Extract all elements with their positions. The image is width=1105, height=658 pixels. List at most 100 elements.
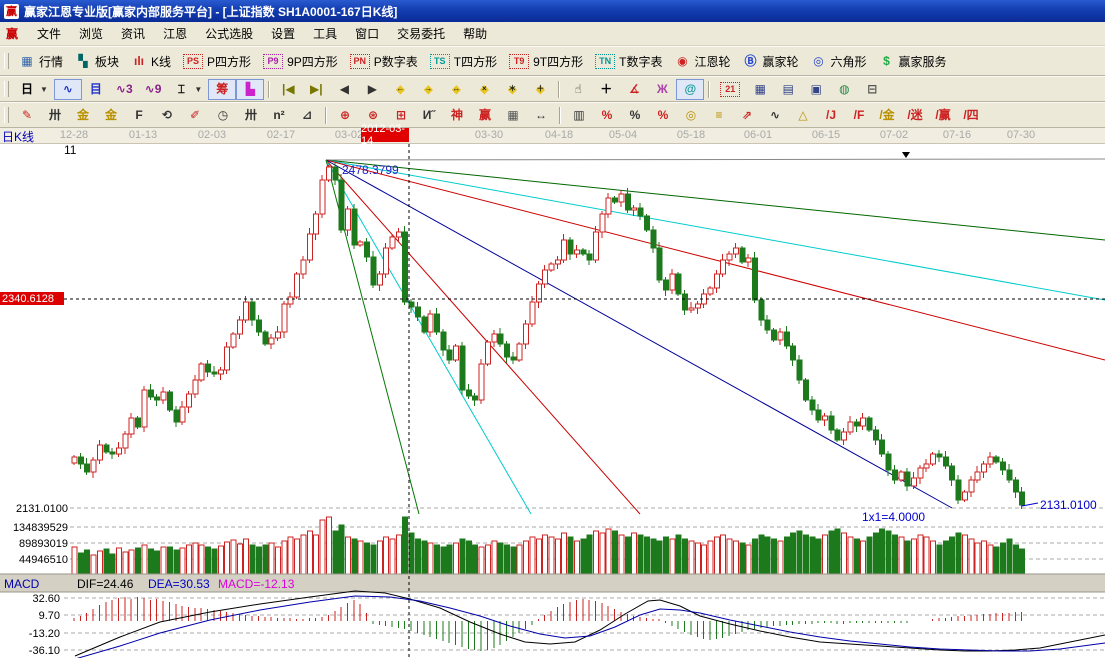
menu-window[interactable]: 窗口 [346,22,388,45]
gold-ratio2-icon[interactable]: 金 [97,105,125,126]
p-square-button[interactable]: PSP四方形 [177,50,257,73]
ying-line-icon[interactable]: /赢 [929,105,957,126]
kline-chart[interactable]: MACDDIF=24.46DEA=30.53MACD=-12.132478.37… [0,144,1105,658]
date-tick: 07-16 [943,129,971,141]
j-line-icon-glyph: /J [823,108,839,123]
t-square-button[interactable]: TST四方形 [424,50,503,73]
comb2-icon[interactable]: 卅 [237,105,265,126]
measure-icon[interactable]: ▥ [565,105,593,126]
draw-pencil-icon[interactable]: ✎ [13,105,41,126]
hand-tool-button[interactable]: ☝ [564,79,592,100]
p9-square-button[interactable]: P99P四方形 [257,50,344,73]
svg-text:DEA=30.53: DEA=30.53 [148,577,210,591]
kline-button[interactable]: ılıK线 [125,50,177,73]
quotes-button[interactable]: ▦行情 [13,50,69,73]
si-line-icon[interactable]: /四 [957,105,985,126]
next-page-button[interactable]: ▶ [358,79,386,100]
period-day-dropdown[interactable]: 日▼ [13,79,54,100]
angle-tool-button[interactable]: ∡ [620,79,648,100]
sectors-button[interactable]: ▚板块 [69,50,125,73]
chart-area[interactable]: MACDDIF=24.46DEA=30.53MACD=-12.132478.37… [0,144,1105,658]
spiral-tool-button[interactable]: @ [676,79,704,100]
menu-file[interactable]: 文件 [28,22,70,45]
angle-pencil-icon[interactable]: ✐ [181,105,209,126]
t9-square-button[interactable]: T99T四方形 [503,50,589,73]
save-button[interactable]: ▣ [802,79,830,100]
star-zoom-button[interactable]: ◆＊ [498,79,526,100]
p-number-button[interactable]: PNP数字表 [344,50,424,73]
wave3-icon[interactable]: ∿3 [110,79,139,100]
calendar-button[interactable]: 21 [714,79,746,100]
title-bar[interactable]: 赢 赢家江恩专业版[赢家内部服务平台] - [上证指数 SH1A0001-167… [0,0,1105,22]
n-square-icon[interactable]: n² [265,105,293,126]
chip-distribution-icon[interactable]: 筹 [208,79,236,100]
percent-line-icon[interactable]: % [649,105,677,126]
first-page-button[interactable]: |◀ [274,79,302,100]
gold-line-icon[interactable]: /金 [873,105,901,126]
gann-comb-icon[interactable]: 卅 [41,105,69,126]
t-number-button[interactable]: TNT数字表 [589,50,668,73]
gann-wheel-button-label: 江恩轮 [694,53,730,70]
f10-info-icon[interactable]: 目 [82,79,110,100]
gold-level-icon[interactable]: ≡ [705,105,733,126]
spiral-draw-icon[interactable]: ⟲ [153,105,181,126]
menu-browse[interactable]: 浏览 [70,22,112,45]
calculator-button[interactable]: ▦ [746,79,774,100]
menu-trade[interactable]: 交易委托 [388,22,454,45]
toolbar-separator [325,107,327,124]
last-page-button[interactable]: ▶| [302,79,330,100]
candle-style-dropdown[interactable]: ⌶▼ [167,79,208,100]
gold-circle-icon[interactable]: ◎ [677,105,705,126]
print-button[interactable]: ⊟ [858,79,886,100]
toolbar-grip[interactable] [4,107,9,123]
target-circle-icon[interactable]: ⊕ [331,105,359,126]
cycle-circle-icon[interactable]: ◷ [209,105,237,126]
menu-settings[interactable]: 设置 [262,22,304,45]
hexagon-button[interactable]: ◎六角形 [805,50,873,73]
span-arrows-icon[interactable]: ↔ [527,105,555,126]
j-line-icon[interactable]: /J [817,105,845,126]
toolbar-grip[interactable] [4,81,9,97]
fib-f-icon[interactable]: F [125,105,153,126]
angle-ruler-icon-glyph: ⊿ [299,108,315,123]
menu-news[interactable]: 资讯 [112,22,154,45]
trend-chart-icon[interactable]: ∿ [54,79,82,100]
gold-ratio-icon[interactable]: 金 [69,105,97,126]
gann-wheel-button[interactable]: ◉江恩轮 [668,50,736,73]
gold-tri-icon[interactable]: △ [789,105,817,126]
angle-ruler-icon[interactable]: ⊿ [293,105,321,126]
prev-page-button[interactable]: ◀ [330,79,358,100]
zoom-right-button[interactable]: ◆→ [414,79,442,100]
arrow-draw-icon[interactable]: ⇗ [733,105,761,126]
kline-button-glyph: ılı [131,54,147,69]
expand-horizontal-button[interactable]: ◆↔ [442,79,470,100]
menu-gann[interactable]: 江恩 [154,22,196,45]
zoom-left-button[interactable]: ◆← [386,79,414,100]
f-line-icon[interactable]: /F [845,105,873,126]
percent-slash-icon[interactable]: % [593,105,621,126]
compress-button[interactable]: ◆× [470,79,498,100]
winner-service-button[interactable]: $赢家服务 [873,50,953,73]
su-line-icon[interactable]: /迷 [901,105,929,126]
colored-volume-icon[interactable]: ▙ [236,79,264,100]
menu-tools[interactable]: 工具 [304,22,346,45]
web-button[interactable]: ◍ [830,79,858,100]
menu-formula-picker[interactable]: 公式选股 [196,22,262,45]
percent-icon[interactable]: % [621,105,649,126]
n-mark-icon[interactable]: И˝ [415,105,443,126]
menu-help[interactable]: 帮助 [454,22,496,45]
ying-tool-icon[interactable]: 赢 [471,105,499,126]
shen-tool-icon[interactable]: 神 [443,105,471,126]
wave9-icon[interactable]: ∿9 [139,79,168,100]
notes-button[interactable]: ▤ [774,79,802,100]
toolbar-grip[interactable] [4,53,9,69]
wave-draw-icon[interactable]: ∿ [761,105,789,126]
gann-shape-tool-button[interactable]: Ж [648,79,676,100]
winner-wheel-button[interactable]: Ⓑ赢家轮 [736,50,804,73]
star-zoom-button-glyph: ◆＊ [504,82,520,97]
volume-axis-label-2: 89893019 [19,538,68,550]
cross-zoom-button[interactable]: ◆＋ [526,79,554,100]
crosshair-tool-button[interactable]: ＋ [592,79,620,100]
hexagon-button-glyph: ◎ [811,54,827,69]
grid123-icon[interactable]: ▦ [499,105,527,126]
